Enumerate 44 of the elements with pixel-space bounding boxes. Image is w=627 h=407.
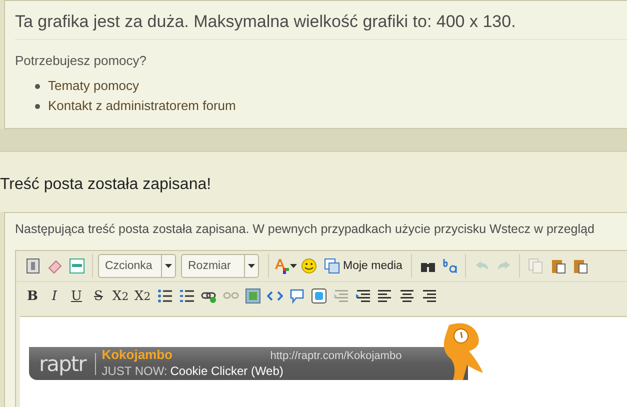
format-button[interactable]: I [44, 284, 65, 308]
format-button[interactable]: S [88, 284, 109, 308]
clipboard-icon [572, 258, 588, 274]
bulleted-list-icon [156, 288, 172, 304]
user-name: Kokojambo [102, 347, 172, 362]
logo: raptr [38, 352, 88, 376]
replace-icon [442, 258, 458, 274]
editor-area[interactable]: raptr Kokojambo http://raptr.com/Kokojambo JUST NOW: Cookie Clicker (Web) [20, 316, 627, 407]
image-icon [244, 288, 260, 304]
bullet-icon [35, 104, 40, 110]
help-link[interactable]: Tematy pomocy [48, 78, 140, 93]
dropdown[interactable]: Czcionka [98, 254, 176, 278]
caret-icon [165, 264, 172, 268]
copy-icon [528, 258, 544, 274]
media-button[interactable]: Moje media [320, 254, 406, 278]
dropdown[interactable]: Rozmiar [181, 254, 259, 278]
format-button[interactable]: B [22, 284, 43, 308]
numbered-list-icon [178, 288, 194, 304]
format-button[interactable]: U [66, 284, 87, 308]
outdent-icon [332, 288, 348, 304]
info-text: Następująca treść posta została zapisana. W pewnych przypadkach użycie przycisku Wstecz w przegląd [15, 222, 596, 236]
error-message: Ta grafika jest za duża. Maksymalna wielkość grafiki to: 400 x 130. [15, 1, 627, 40]
speech-bubble-icon [288, 288, 304, 304]
eraser-icon [46, 258, 62, 274]
status-label: JUST NOW: [102, 364, 168, 378]
game-title: Cookie Clicker (Web) [170, 364, 284, 378]
bullet-icon [35, 84, 40, 90]
caret-icon [248, 264, 255, 268]
section-heading: Treść posta została zapisana! [0, 175, 212, 194]
caret-icon [290, 264, 297, 268]
bird-icon [310, 288, 326, 304]
help-link[interactable]: Kontakt z administratorem forum [48, 98, 236, 113]
document-icon [24, 258, 40, 274]
font-color-icon [274, 258, 290, 274]
profile-url: http://raptr.com/Kokojambo [270, 350, 402, 362]
clipboard-icon [550, 258, 566, 274]
align-left-icon [376, 288, 392, 304]
template-icon [68, 258, 84, 274]
smiley-icon [300, 258, 316, 274]
media-icon [324, 258, 340, 274]
align-center-icon [398, 288, 414, 304]
indent-icon [354, 288, 370, 304]
help-title: Potrzebujesz pomocy? [15, 53, 148, 68]
align-right-icon [420, 288, 436, 304]
